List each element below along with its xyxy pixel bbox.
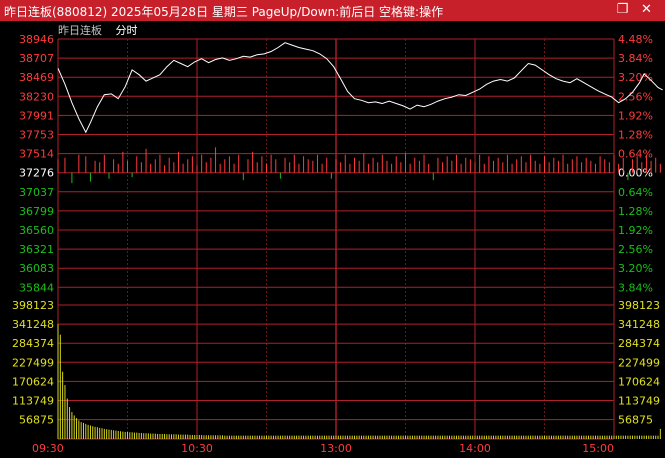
volume-tick-label-right: 341248 (618, 318, 660, 331)
percent-tick-label: 2.56% (618, 90, 653, 103)
volume-tick-label: 227499 (12, 356, 54, 369)
time-axis-label: 10:30 (181, 442, 213, 455)
time-axis-label: 14:00 (459, 442, 491, 455)
price-tick-label: 37037 (19, 186, 54, 199)
volume-tick-label: 341248 (12, 318, 54, 331)
price-tick-label: 38230 (19, 90, 54, 103)
time-axis-label: 15:00 (582, 442, 614, 455)
volume-tick-label: 398123 (12, 299, 54, 312)
volume-tick-label: 170624 (12, 375, 54, 388)
price-tick-label: 36083 (19, 262, 54, 275)
price-tick-label: 38946 (19, 33, 54, 46)
percent-tick-label: 1.28% (618, 205, 653, 218)
time-axis-label: 13:00 (320, 442, 352, 455)
volume-tick-label-right: 56875 (618, 414, 653, 427)
price-tick-label: 38469 (19, 71, 54, 84)
percent-tick-label: 1.28% (618, 129, 653, 142)
percent-tick-label: 3.84% (618, 52, 653, 65)
volume-tick-label-right: 284374 (618, 337, 660, 350)
percent-tick-label: 3.20% (618, 262, 653, 275)
percent-tick-label: 0.64% (618, 186, 653, 199)
price-tick-label: 36799 (19, 205, 54, 218)
price-line (57, 42, 663, 134)
volume-tick-label: 284374 (12, 337, 54, 350)
volume-tick-label-right: 398123 (618, 299, 660, 312)
price-tick-label: 38707 (19, 52, 54, 65)
volume-tick-label-right: 170624 (618, 375, 660, 388)
intraday-chart: 38946 4.48% 38707 3.84% 38469 3.20% 38230 2.56%… (12, 33, 663, 455)
price-tick-label: 36321 (19, 243, 54, 256)
time-axis-label: 09:30 (32, 442, 64, 455)
price-tick-label: 36560 (19, 224, 54, 237)
volume-tick-label: 56875 (19, 414, 54, 427)
price-tick-label: 35844 (19, 281, 54, 294)
percent-tick-label: 2.56% (618, 243, 653, 256)
price-tick-label: 37514 (19, 148, 54, 161)
price-tick-label: 37991 (19, 109, 54, 122)
volume-tick-label-right: 227499 (618, 356, 660, 369)
percent-tick-label: 4.48% (618, 33, 653, 46)
volume-tick-label-right: 113749 (618, 395, 660, 408)
percent-tick-label: 1.92% (618, 109, 653, 122)
percent-tick-label: 3.84% (618, 281, 653, 294)
price-tick-label: 37753 (19, 129, 54, 142)
price-tick-label: 37276 (19, 167, 54, 180)
percent-tick-label: 1.92% (618, 224, 653, 237)
volume-tick-label: 113749 (12, 395, 54, 408)
